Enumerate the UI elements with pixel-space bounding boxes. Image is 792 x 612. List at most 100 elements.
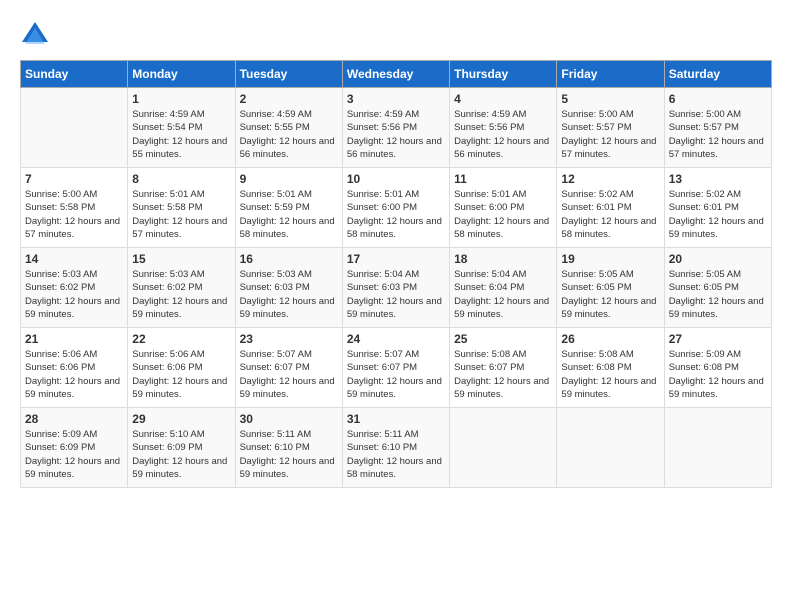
calendar-cell: 24 Sunrise: 5:07 AMSunset: 6:07 PMDayligh…	[342, 328, 449, 408]
day-info: Sunrise: 5:07 AMSunset: 6:07 PMDaylight:…	[240, 348, 338, 401]
calendar-cell: 13Sunrise: 5:02 AMSunset: 6:01 PMDayligh…	[664, 168, 771, 248]
calendar-cell: 31 Sunrise: 5:11 AMSunset: 6:10 PMDayligh…	[342, 408, 449, 488]
day-info: Sunrise: 5:00 AMSunset: 5:58 PMDaylight:…	[25, 188, 123, 241]
day-info: Sunrise: 5:01 AMSunset: 6:00 PMDaylight:…	[454, 188, 552, 241]
day-number: 29	[132, 412, 230, 426]
day-number: 8	[132, 172, 230, 186]
calendar-cell: 6 Sunrise: 5:00 AMSunset: 5:57 PMDaylight…	[664, 88, 771, 168]
week-row-0: 1Sunrise: 4:59 AMSunset: 5:54 PMDaylight…	[21, 88, 772, 168]
day-info: Sunrise: 5:10 AMSunset: 6:09 PMDaylight:…	[132, 428, 230, 481]
calendar-cell: 7 Sunrise: 5:00 AMSunset: 5:58 PMDaylight…	[21, 168, 128, 248]
logo	[20, 20, 54, 50]
day-info: Sunrise: 5:08 AMSunset: 6:07 PMDaylight:…	[454, 348, 552, 401]
week-row-4: 28 Sunrise: 5:09 AMSunset: 6:09 PMDayligh…	[21, 408, 772, 488]
calendar-cell: 8 Sunrise: 5:01 AMSunset: 5:58 PMDaylight…	[128, 168, 235, 248]
calendar-cell	[664, 408, 771, 488]
week-row-3: 21 Sunrise: 5:06 AMSunset: 6:06 PMDayligh…	[21, 328, 772, 408]
day-number: 15	[132, 252, 230, 266]
day-number: 9	[240, 172, 338, 186]
day-info: Sunrise: 5:05 AMSunset: 6:05 PMDaylight:…	[669, 268, 767, 321]
weekday-header-thursday: Thursday	[450, 61, 557, 88]
weekday-header-tuesday: Tuesday	[235, 61, 342, 88]
day-info: Sunrise: 5:03 AMSunset: 6:03 PMDaylight:…	[240, 268, 338, 321]
calendar-cell: 15 Sunrise: 5:03 AMSunset: 6:02 PMDayligh…	[128, 248, 235, 328]
calendar-cell: 4 Sunrise: 4:59 AMSunset: 5:56 PMDaylight…	[450, 88, 557, 168]
day-number: 12	[561, 172, 659, 186]
day-number: 17	[347, 252, 445, 266]
day-number: 23	[240, 332, 338, 346]
day-info: Sunrise: 5:06 AMSunset: 6:06 PMDaylight:…	[132, 348, 230, 401]
day-info: Sunrise: 5:11 AMSunset: 6:10 PMDaylight:…	[347, 428, 445, 481]
day-number: 13	[669, 172, 767, 186]
calendar-cell: 11 Sunrise: 5:01 AMSunset: 6:00 PMDayligh…	[450, 168, 557, 248]
logo-icon	[20, 20, 50, 50]
calendar-cell	[557, 408, 664, 488]
day-number: 24	[347, 332, 445, 346]
day-info: Sunrise: 5:02 AMSunset: 6:01 PMDaylight:…	[561, 188, 659, 241]
day-info: Sunrise: 4:59 AMSunset: 5:55 PMDaylight:…	[240, 108, 338, 161]
day-number: 27	[669, 332, 767, 346]
day-number: 7	[25, 172, 123, 186]
day-info: Sunrise: 5:03 AMSunset: 6:02 PMDaylight:…	[132, 268, 230, 321]
calendar-cell: 2 Sunrise: 4:59 AMSunset: 5:55 PMDaylight…	[235, 88, 342, 168]
day-info: Sunrise: 5:09 AMSunset: 6:09 PMDaylight:…	[25, 428, 123, 481]
day-number: 31	[347, 412, 445, 426]
weekday-header-monday: Monday	[128, 61, 235, 88]
day-info: Sunrise: 5:11 AMSunset: 6:10 PMDaylight:…	[240, 428, 338, 481]
calendar-table: SundayMondayTuesdayWednesdayThursdayFrid…	[20, 60, 772, 488]
day-info: Sunrise: 5:05 AMSunset: 6:05 PMDaylight:…	[561, 268, 659, 321]
calendar-cell: 18Sunrise: 5:04 AMSunset: 6:04 PMDayligh…	[450, 248, 557, 328]
day-info: Sunrise: 5:00 AMSunset: 5:57 PMDaylight:…	[669, 108, 767, 161]
calendar-cell	[450, 408, 557, 488]
day-number: 30	[240, 412, 338, 426]
day-info: Sunrise: 5:00 AMSunset: 5:57 PMDaylight:…	[561, 108, 659, 161]
day-number: 21	[25, 332, 123, 346]
day-number: 28	[25, 412, 123, 426]
day-number: 2	[240, 92, 338, 106]
calendar-cell: 19 Sunrise: 5:05 AMSunset: 6:05 PMDayligh…	[557, 248, 664, 328]
day-number: 16	[240, 252, 338, 266]
day-info: Sunrise: 5:09 AMSunset: 6:08 PMDaylight:…	[669, 348, 767, 401]
day-number: 10	[347, 172, 445, 186]
day-number: 1	[132, 92, 230, 106]
day-number: 5	[561, 92, 659, 106]
day-number: 11	[454, 172, 552, 186]
calendar-cell: 16 Sunrise: 5:03 AMSunset: 6:03 PMDayligh…	[235, 248, 342, 328]
weekday-header-saturday: Saturday	[664, 61, 771, 88]
day-info: Sunrise: 5:07 AMSunset: 6:07 PMDaylight:…	[347, 348, 445, 401]
week-row-2: 14Sunrise: 5:03 AMSunset: 6:02 PMDayligh…	[21, 248, 772, 328]
day-number: 26	[561, 332, 659, 346]
day-number: 18	[454, 252, 552, 266]
day-number: 4	[454, 92, 552, 106]
calendar-cell: 22 Sunrise: 5:06 AMSunset: 6:06 PMDayligh…	[128, 328, 235, 408]
calendar-cell: 17 Sunrise: 5:04 AMSunset: 6:03 PMDayligh…	[342, 248, 449, 328]
calendar-cell: 27 Sunrise: 5:09 AMSunset: 6:08 PMDayligh…	[664, 328, 771, 408]
day-number: 22	[132, 332, 230, 346]
calendar-cell: 1Sunrise: 4:59 AMSunset: 5:54 PMDaylight…	[128, 88, 235, 168]
weekday-header-sunday: Sunday	[21, 61, 128, 88]
weekday-header-row: SundayMondayTuesdayWednesdayThursdayFrid…	[21, 61, 772, 88]
calendar-cell: 25 Sunrise: 5:08 AMSunset: 6:07 PMDayligh…	[450, 328, 557, 408]
calendar-cell: 29 Sunrise: 5:10 AMSunset: 6:09 PMDayligh…	[128, 408, 235, 488]
day-info: Sunrise: 5:03 AMSunset: 6:02 PMDaylight:…	[25, 268, 123, 321]
day-number: 25	[454, 332, 552, 346]
weekday-header-friday: Friday	[557, 61, 664, 88]
calendar-cell	[21, 88, 128, 168]
week-row-1: 7 Sunrise: 5:00 AMSunset: 5:58 PMDaylight…	[21, 168, 772, 248]
calendar-cell: 21Sunrise: 5:06 AMSunset: 6:06 PMDayligh…	[21, 328, 128, 408]
day-info: Sunrise: 5:01 AMSunset: 5:58 PMDaylight:…	[132, 188, 230, 241]
day-info: Sunrise: 5:01 AMSunset: 5:59 PMDaylight:…	[240, 188, 338, 241]
calendar-cell: 23 Sunrise: 5:07 AMSunset: 6:07 PMDayligh…	[235, 328, 342, 408]
day-info: Sunrise: 4:59 AMSunset: 5:56 PMDaylight:…	[454, 108, 552, 161]
calendar-cell: 20 Sunrise: 5:05 AMSunset: 6:05 PMDayligh…	[664, 248, 771, 328]
day-number: 6	[669, 92, 767, 106]
calendar-cell: 9 Sunrise: 5:01 AMSunset: 5:59 PMDaylight…	[235, 168, 342, 248]
calendar-cell: 30 Sunrise: 5:11 AMSunset: 6:10 PMDayligh…	[235, 408, 342, 488]
day-info: Sunrise: 5:04 AMSunset: 6:03 PMDaylight:…	[347, 268, 445, 321]
day-number: 19	[561, 252, 659, 266]
calendar-cell: 5 Sunrise: 5:00 AMSunset: 5:57 PMDaylight…	[557, 88, 664, 168]
day-number: 20	[669, 252, 767, 266]
weekday-header-wednesday: Wednesday	[342, 61, 449, 88]
calendar-cell: 14Sunrise: 5:03 AMSunset: 6:02 PMDayligh…	[21, 248, 128, 328]
day-info: Sunrise: 5:01 AMSunset: 6:00 PMDaylight:…	[347, 188, 445, 241]
